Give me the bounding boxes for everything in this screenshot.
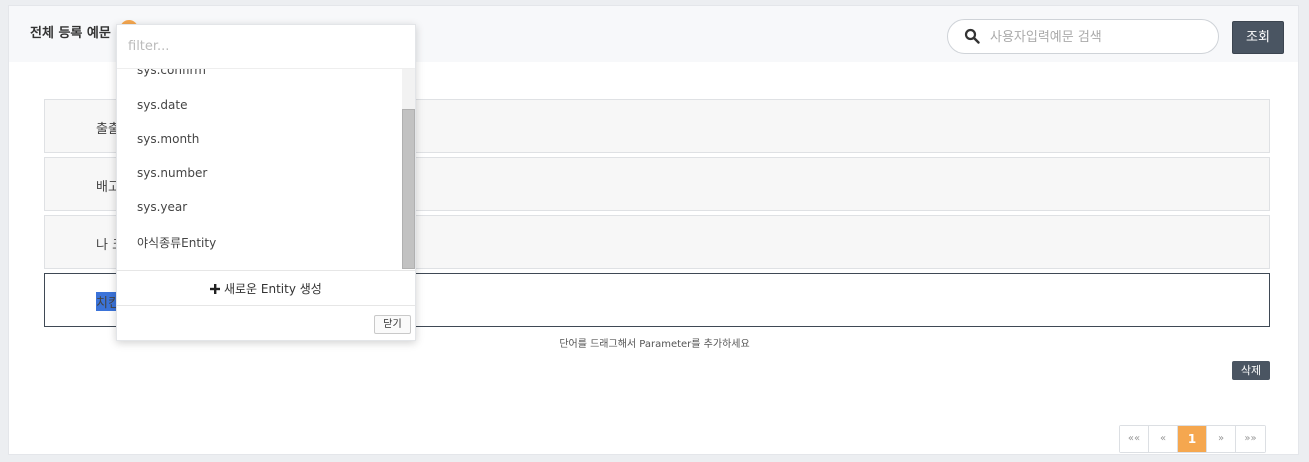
plus-icon xyxy=(210,284,221,294)
search-input[interactable] xyxy=(990,27,1205,47)
first-page-button[interactable]: «« xyxy=(1120,426,1149,452)
entity-option[interactable]: sys.year xyxy=(137,200,187,214)
current-page-button[interactable]: 1 xyxy=(1178,426,1207,452)
entity-dropdown: sys.confirm sys.date sys.month sys.numbe… xyxy=(116,24,416,341)
delete-button[interactable]: 삭제 xyxy=(1232,361,1270,380)
new-entity-label: 새로운 Entity 생성 xyxy=(223,282,322,296)
search-icon xyxy=(964,28,980,44)
search-button[interactable]: 조회 xyxy=(1232,21,1284,54)
close-button[interactable]: 닫기 xyxy=(374,315,411,334)
entity-option[interactable]: sys.date xyxy=(137,98,187,112)
entity-option-list: sys.confirm sys.date sys.month sys.numbe… xyxy=(117,69,415,269)
last-page-button[interactable]: »» xyxy=(1236,426,1265,452)
entity-option[interactable]: sys.month xyxy=(137,132,199,146)
entity-filter-input[interactable] xyxy=(117,25,415,69)
scrollbar-thumb[interactable] xyxy=(402,109,415,269)
prev-page-button[interactable]: « xyxy=(1149,426,1178,452)
entity-option[interactable]: sys.confirm xyxy=(137,69,206,77)
search-box[interactable] xyxy=(947,19,1219,54)
pagination: «« « 1 » »» xyxy=(1119,425,1266,453)
page-title: 전체 등록 예문 xyxy=(30,26,111,41)
entity-option[interactable]: sys.number xyxy=(137,166,207,180)
new-entity-button[interactable]: 새로운 Entity 생성 xyxy=(117,270,415,306)
entity-option[interactable]: 야식종류Entity xyxy=(137,234,216,251)
next-page-button[interactable]: » xyxy=(1207,426,1236,452)
